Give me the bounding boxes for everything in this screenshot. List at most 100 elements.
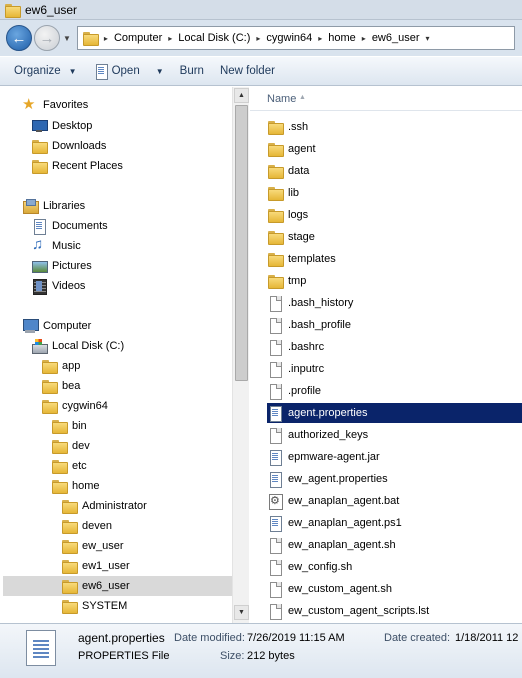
nav-downloads[interactable]: Downloads [31, 136, 106, 156]
open-button[interactable]: Open ▼ [93, 63, 164, 80]
details-file-type: PROPERTIES File [78, 650, 170, 662]
nav-label: Favorites [43, 99, 89, 111]
nav-folder-dev[interactable]: dev [51, 436, 90, 456]
nav-folder-ew-user[interactable]: ew_user [61, 536, 124, 556]
nav-folder-app[interactable]: app [41, 356, 80, 376]
breadcrumb-cygwin64[interactable]: cygwin64 [266, 32, 312, 44]
nav-desktop[interactable]: Desktop [31, 116, 92, 136]
file-row[interactable]: ew_agent.properties [267, 469, 522, 489]
organize-label: Organize [14, 65, 61, 77]
file-row[interactable]: ew_anaplan_agent.sh [267, 535, 522, 555]
file-row[interactable]: authorized_keys [267, 425, 522, 445]
breadcrumb-home[interactable]: home [328, 32, 356, 44]
folder-icon [61, 518, 78, 534]
folder-icon [51, 418, 68, 434]
file-row[interactable]: templates [267, 249, 522, 269]
nav-music[interactable]: Music [31, 236, 81, 256]
file-row[interactable]: stage [267, 227, 522, 247]
file-row[interactable]: agent [267, 139, 522, 159]
burn-button[interactable]: Burn [180, 65, 204, 77]
drive-icon [31, 338, 48, 354]
back-button[interactable]: ← [6, 25, 32, 51]
nav-folder-bea[interactable]: bea [41, 376, 80, 396]
chevron-right-icon[interactable]: ▸ [168, 34, 172, 43]
file-row[interactable]: .bash_profile [267, 315, 522, 335]
nav-folder-home[interactable]: home [51, 476, 100, 496]
file-row[interactable]: ew_custom_agent.sh [267, 579, 522, 599]
file-row[interactable]: data [267, 161, 522, 181]
file-row[interactable]: ew_anaplan_agent.ps1 [267, 513, 522, 533]
star-icon [22, 95, 38, 113]
file-row[interactable]: .ssh [267, 117, 522, 137]
nav-documents[interactable]: Documents [31, 216, 108, 236]
file-row[interactable]: ew_config.sh [267, 557, 522, 577]
breadcrumb-computer[interactable]: Computer [114, 32, 162, 44]
file-row[interactable]: .bash_history [267, 293, 522, 313]
arrow-right-icon: → [39, 29, 55, 47]
details-size-value: 212 bytes [247, 650, 295, 662]
nav-label: Libraries [43, 200, 86, 212]
scroll-up-button[interactable]: ▲ [234, 88, 249, 103]
folder-icon [4, 2, 21, 18]
computer-icon [22, 318, 39, 334]
nav-folder-administrator[interactable]: Administrator [61, 496, 147, 516]
file-row[interactable]: .inputrc [267, 359, 522, 379]
file-icon [267, 361, 283, 378]
nav-label: dev [72, 440, 90, 452]
open-label: Open [111, 65, 140, 77]
desktop-icon [31, 118, 48, 134]
nav-local-disk[interactable]: Local Disk (C:) [31, 336, 124, 356]
scroll-thumb[interactable] [235, 105, 248, 381]
forward-button[interactable]: → [34, 25, 60, 51]
file-row[interactable]: ew_anaplan_agent.bat [267, 491, 522, 511]
recent-pages-dropdown[interactable]: ▼ [63, 34, 71, 43]
new-folder-button[interactable]: New folder [220, 65, 275, 77]
file-row[interactable]: agent.properties [267, 403, 522, 423]
file-row[interactable]: .bashrc [267, 337, 522, 357]
nav-favorites[interactable]: Favorites [22, 95, 88, 115]
nav-computer[interactable]: Computer [22, 316, 91, 336]
details-created-label: Date created: [384, 632, 451, 644]
nav-videos[interactable]: Videos [31, 276, 85, 296]
file-name: ew_anaplan_agent.sh [288, 539, 396, 551]
chevron-right-icon[interactable]: ▸ [104, 34, 108, 43]
nav-pictures[interactable]: Pictures [31, 256, 92, 276]
document-icon [267, 449, 283, 466]
breadcrumb-ew6-user[interactable]: ew6_user [372, 32, 420, 44]
nav-folder-deven[interactable]: deven [61, 516, 112, 536]
file-row[interactable]: epmware-agent.jar [267, 447, 522, 467]
nav-label: Downloads [52, 140, 107, 152]
file-row[interactable]: logs [267, 205, 522, 225]
file-name: data [288, 165, 310, 177]
chevron-right-icon[interactable]: ▸ [318, 34, 322, 43]
file-row[interactable]: .profile [267, 381, 522, 401]
nav-libraries[interactable]: Libraries [22, 196, 85, 216]
address-bar[interactable]: ▸ Computer ▸ Local Disk (C:) ▸ cygwin64 … [76, 26, 515, 50]
chevron-right-icon[interactable]: ▸ [362, 34, 366, 43]
nav-folder-etc[interactable]: etc [51, 456, 87, 476]
folder-icon [61, 498, 78, 514]
details-modified-label: Date modified: [174, 632, 245, 644]
details-pane: agent.properties Date modified: 7/26/201… [0, 623, 522, 678]
nav-recent-places[interactable]: Recent Places [31, 156, 123, 176]
file-row[interactable]: lib [267, 183, 522, 203]
file-row[interactable]: ew_custom_agent_scripts.lst [267, 601, 522, 621]
nav-folder-system[interactable]: SYSTEM [61, 596, 127, 616]
organize-button[interactable]: Organize ▼ [14, 65, 77, 77]
nav-folder-ew1-user[interactable]: ew1_user [61, 556, 130, 576]
nav-label: app [62, 360, 81, 372]
nav-label: ew6_user [82, 580, 130, 592]
folder-icon [51, 478, 68, 494]
column-header-name[interactable]: Name [267, 93, 296, 105]
file-row[interactable]: tmp [267, 271, 522, 291]
breadcrumb-local-disk[interactable]: Local Disk (C:) [178, 32, 250, 44]
scroll-down-button[interactable]: ▼ [234, 605, 249, 620]
nav-label: Pictures [52, 260, 92, 272]
nav-folder-bin[interactable]: bin [51, 416, 87, 436]
chevron-down-icon[interactable]: ▾ [426, 34, 430, 43]
chevron-down-icon[interactable]: ▼ [156, 67, 164, 76]
nav-folder-ew6-user[interactable]: ew6_user [3, 576, 232, 596]
navigation-scrollbar[interactable]: ▲ ▼ [232, 87, 249, 623]
nav-folder-cygwin64[interactable]: cygwin64 [41, 396, 108, 416]
chevron-right-icon[interactable]: ▸ [256, 34, 260, 43]
